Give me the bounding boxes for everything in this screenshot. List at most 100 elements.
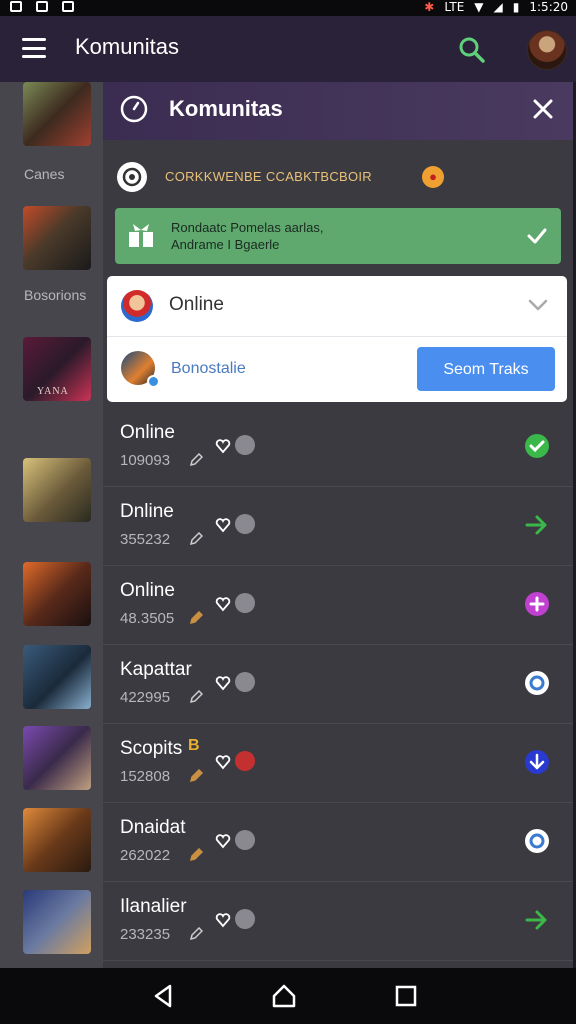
fire-icon: ● [422,166,444,188]
pencil-icon [189,611,203,625]
banner-line-1: Rondaatc Pomelas aarlas, [171,220,324,235]
arrow-right-icon[interactable] [523,906,551,934]
game-thumbnail[interactable] [23,726,91,790]
list-item[interactable]: Dnline 355232 [103,487,573,566]
game-thumbnail[interactable] [23,645,91,709]
coin-icon [235,593,255,613]
photo-icon [62,1,74,12]
item-number: 48.3505 [120,610,175,627]
heart-icon [215,597,231,612]
back-icon[interactable] [150,982,178,1010]
battery-icon: ▮ [512,0,520,14]
item-number: 422995 [120,689,171,706]
alert-icon: ✱ [424,0,435,14]
community-panel: Komunitas CORKKWENBE CCABKTBCBOIR ● Rond… [103,82,573,968]
item-number: 262022 [120,847,171,864]
character-icon [121,290,153,322]
game-thumbnail[interactable] [23,890,91,954]
coin-icon [235,435,255,455]
coin-icon [235,751,255,771]
game-thumbnail[interactable] [23,458,91,522]
wifi-icon: ▼ [474,0,484,14]
thumbnail-caption: YANA [37,386,69,397]
profile-avatar[interactable] [527,30,567,70]
item-number: 152808 [120,768,171,785]
item-name: Scopits [120,738,183,759]
game-thumbnail[interactable] [23,206,91,270]
game-thumbnail[interactable] [23,808,91,872]
clock-time: 1:5:20 [529,0,568,14]
game-sidebar: Canes Bosorions YANA [0,82,103,968]
app-title: Komunitas [75,34,179,59]
list-item[interactable]: Kapattar 422995 [103,645,573,724]
coin-icon [235,909,255,929]
heart-icon [215,913,231,928]
online-dropdown[interactable]: Online [107,276,567,337]
circle-icon[interactable] [523,669,551,697]
user-row: Bonostalie Seom Traks [107,337,567,402]
item-number: 233235 [120,926,171,943]
reward-banner[interactable]: Rondaatc Pomelas aarlas, Andrame I Bgaer… [115,208,561,264]
item-badge: B [188,737,200,754]
promo-text: CORKKWENBE CCABKTBCBOIR [165,169,372,184]
sidebar-label-sessions: Bosorions [24,287,87,303]
home-icon[interactable] [270,982,298,1010]
hamburger-menu-icon[interactable] [22,38,46,58]
chevron-down-icon [528,299,548,311]
clock-icon [120,95,148,123]
panel-title: Komunitas [169,96,283,121]
coin-icon [235,514,255,534]
system-nav-bar [0,968,576,1024]
status-bar: ✱ LTE ▼ ◢ ▮ 1:5:20 [0,0,576,16]
list-item[interactable]: Ilanalier 233235 [103,882,573,961]
checkmark-icon [527,228,547,244]
user-name-link[interactable]: Bonostalie [171,360,246,378]
item-number: 355232 [120,531,171,548]
list-item[interactable]: Scopits B 152808 [103,724,573,803]
notification-icon [10,1,22,12]
item-name: Ilanalier [120,896,187,917]
online-status-dot [147,375,160,388]
banner-line-2: Andrame I Bgaerle [171,237,280,252]
plus-circle-icon[interactable] [523,590,551,618]
arrow-down-circle-icon[interactable] [523,748,551,776]
recents-icon[interactable] [392,982,420,1010]
online-label: Online [169,294,224,315]
heart-icon [215,518,231,533]
item-name: Online [120,580,175,601]
check-circle-icon[interactable] [523,432,551,460]
image-icon [36,1,48,12]
pencil-icon [189,927,203,941]
game-thumbnail[interactable] [23,82,91,146]
status-card: Online Bonostalie Seom Traks [107,276,567,402]
item-name: Online [120,422,175,443]
item-name: Dnaidat [120,817,186,838]
sidebar-label-games: Canes [24,166,65,182]
heart-icon [215,834,231,849]
close-icon[interactable] [531,97,555,121]
list-item[interactable]: Dnaidat 262022 [103,803,573,882]
circle-icon[interactable] [523,827,551,855]
coin-icon [235,830,255,850]
arrow-right-icon[interactable] [523,511,551,539]
pencil-icon [189,532,203,546]
item-number: 109093 [120,452,171,469]
search-icon[interactable] [458,36,486,64]
list-item[interactable]: Online 48.3505 [103,566,573,645]
heart-icon [215,676,231,691]
game-thumbnail[interactable]: YANA [23,337,91,401]
member-list: Online 109093 Dnline 355232 Online 48.35… [103,408,573,961]
game-thumbnail[interactable] [23,562,91,626]
pencil-icon [189,769,203,783]
list-item[interactable]: Online 109093 [103,408,573,487]
action-button[interactable]: Seom Traks [417,347,555,391]
coin-icon [235,672,255,692]
promo-line[interactable]: CORKKWENBE CCABKTBCBOIR ● [117,162,537,192]
gift-icon [129,224,153,247]
heart-icon [215,439,231,454]
network-label: LTE [444,0,465,14]
app-bar: Komunitas [0,16,576,82]
notification-icons [10,1,74,12]
pencil-icon [189,690,203,704]
pencil-icon [189,453,203,467]
